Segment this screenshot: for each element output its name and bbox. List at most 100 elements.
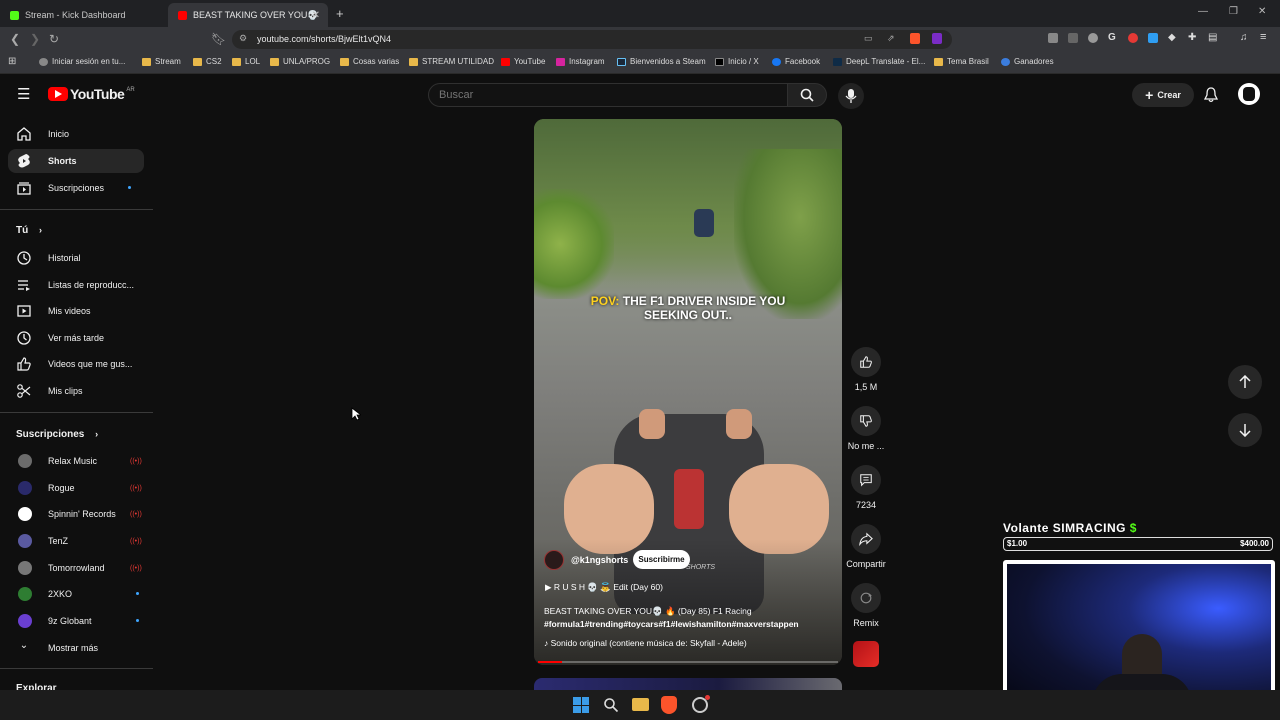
extension-icon[interactable] <box>1148 33 1158 43</box>
youtube-logo[interactable]: YouTube AR <box>48 86 135 102</box>
sidebar-item-suscripciones[interactable]: Suscripciones <box>8 176 144 200</box>
create-button[interactable]: + Crear <box>1132 83 1194 107</box>
share-button[interactable]: Compartir <box>843 524 889 569</box>
new-tab-button[interactable]: + <box>336 6 344 21</box>
sidebar-item-historial[interactable]: Historial <box>8 246 144 270</box>
tab-youtube-short[interactable]: BEAST TAKING OVER YOU💀 ✕ <box>168 3 328 27</box>
dislike-button[interactable]: No me ... <box>843 406 889 451</box>
globe-icon <box>1001 57 1010 66</box>
bookmark-icon[interactable]: 🔖︎ <box>211 32 226 46</box>
extension-icon[interactable] <box>1048 33 1058 43</box>
close-tab-icon[interactable]: ✕ <box>312 10 320 21</box>
site-info-icon[interactable]: ⚙ <box>239 33 247 44</box>
extensions-puzzle-icon[interactable]: ✚ <box>1188 32 1196 43</box>
bookmark-item[interactable]: Ganadores <box>1001 57 1054 66</box>
bookmark-item[interactable]: YouTube <box>501 57 545 66</box>
subscription-item[interactable]: Rogue ((•)) <box>8 476 144 500</box>
bookmark-item[interactable]: Cosas varias <box>340 57 399 66</box>
brave-rewards-icon[interactable] <box>932 33 942 44</box>
maximize-button[interactable]: ❐ <box>1229 6 1238 17</box>
short-hashtags[interactable]: #formula1#trending#toycars#f1#lewishamil… <box>544 619 799 629</box>
forward-icon[interactable]: ❯ <box>30 32 40 46</box>
bookmark-item[interactable]: Inicio / X <box>715 57 759 66</box>
channel-avatar[interactable] <box>544 550 564 570</box>
subscription-item[interactable]: Spinnin' Records ((•)) <box>8 502 144 526</box>
like-button[interactable]: 1,5 M <box>846 347 886 392</box>
sidebar-item-shorts[interactable]: Shorts <box>8 149 144 173</box>
subscription-item[interactable]: 9z Globant <box>8 609 144 633</box>
progress-track[interactable] <box>538 661 838 663</box>
reload-icon[interactable]: ↻ <box>49 32 59 46</box>
next-short-button[interactable] <box>1228 413 1262 447</box>
tab-kick-dashboard[interactable]: Stream - Kick Dashboard <box>0 3 165 27</box>
extension-icon[interactable] <box>1068 33 1078 43</box>
sidebar-item-playlists[interactable]: Listas de reproducc... <box>8 273 144 297</box>
bookmark-item[interactable]: Iniciar sesión en tu... <box>39 57 125 66</box>
windows-start-icon[interactable] <box>573 697 589 713</box>
back-icon[interactable]: ❮ <box>10 32 20 46</box>
video-stop-button <box>674 469 704 529</box>
playlist-link[interactable]: ▶ R U S H 💀 👼 Edit (Day 60) <box>545 582 663 593</box>
sound-link[interactable]: ♪ Sonido original (contiene música de: S… <box>544 638 747 648</box>
sidebar-item-ver-mas-tarde[interactable]: Ver más tarde <box>8 326 144 350</box>
minimize-button[interactable]: — <box>1198 6 1208 17</box>
you-section-header[interactable]: Tú › <box>16 225 42 236</box>
apps-grid-icon[interactable]: ⊞ <box>8 56 16 67</box>
subscriptions-section-header[interactable]: Suscripciones › <box>16 429 98 440</box>
subscription-item[interactable]: TenZ ((•)) <box>8 529 144 553</box>
sidebar-item-inicio[interactable]: Inicio <box>8 122 144 146</box>
bookmark-item[interactable]: CS2 <box>193 57 222 66</box>
voice-search-button[interactable] <box>838 83 864 109</box>
app-icon[interactable] <box>692 695 710 713</box>
bookmark-item[interactable]: Instagram <box>556 57 605 66</box>
comments-button[interactable]: 7234 <box>846 465 886 510</box>
bookmark-item[interactable]: LOL <box>232 57 260 66</box>
channel-name: Relax Music <box>48 456 98 466</box>
remix-button[interactable]: Remix <box>846 583 886 628</box>
extension-icon[interactable] <box>1088 33 1098 43</box>
cast-icon[interactable]: ▭ <box>864 33 873 44</box>
subscription-item[interactable]: 2XKO <box>8 582 144 606</box>
search-box[interactable] <box>428 83 788 107</box>
share-page-icon[interactable]: ⇗ <box>887 33 895 44</box>
file-explorer-icon[interactable] <box>632 698 649 711</box>
channel-handle[interactable]: @k1ngshorts <box>571 555 628 565</box>
bookmark-item[interactable]: Bienvenidos a Steam <box>617 57 706 66</box>
bookmark-item[interactable]: UNLA/PROG <box>270 57 330 66</box>
bookmark-item[interactable]: Stream <box>142 57 181 66</box>
bookmark-label: Bienvenidos a Steam <box>630 57 706 66</box>
subscription-item[interactable]: Relax Music ((•)) <box>8 449 144 473</box>
sidebar-item-mis-videos[interactable]: Mis videos <box>8 299 144 323</box>
bookmark-item[interactable]: Tema Brasil <box>934 57 989 66</box>
bookmark-item[interactable]: STREAM UTILIDAD <box>409 57 494 66</box>
short-video-player[interactable]: POV: THE F1 DRIVER INSIDE YOU SEEKING OU… <box>534 119 842 665</box>
sound-thumbnail[interactable] <box>853 641 879 667</box>
next-short-preview[interactable] <box>534 678 842 690</box>
channel-name: Spinnin' Records <box>48 509 116 519</box>
brave-shield-icon[interactable] <box>910 33 920 44</box>
bookmark-item[interactable]: Facebook <box>772 57 820 66</box>
subscribe-button[interactable]: Suscribirme <box>633 550 690 569</box>
google-icon[interactable]: G <box>1108 32 1116 43</box>
search-icon[interactable] <box>603 697 619 713</box>
notifications-bell-icon[interactable] <box>1204 87 1218 103</box>
close-window-button[interactable]: ✕ <box>1258 6 1266 17</box>
hamburger-menu-icon[interactable]: ☰ <box>17 85 30 103</box>
sidebar-toggle-icon[interactable]: ▤ <box>1208 32 1217 43</box>
sidebar-item-mis-clips[interactable]: Mis clips <box>8 379 144 403</box>
extension-icon[interactable]: ◆ <box>1168 32 1176 43</box>
omnibox[interactable]: ⚙ youtube.com/shorts/BjwElt1vQN4 ▭ ⇗ <box>232 30 952 49</box>
extension-icon[interactable] <box>1128 33 1138 43</box>
avatar[interactable] <box>1238 83 1260 105</box>
brave-browser-icon[interactable] <box>661 696 677 714</box>
bookmark-item[interactable]: DeepL Translate - El... <box>833 57 925 66</box>
previous-short-button[interactable] <box>1228 365 1262 399</box>
sidebar-item-liked-videos[interactable]: Videos que me gus... <box>8 352 144 376</box>
search-input[interactable] <box>439 89 739 101</box>
media-icon[interactable]: ♫ <box>1240 32 1248 43</box>
subscription-item[interactable]: Tomorrowland ((•)) <box>8 556 144 580</box>
show-more-button[interactable]: ⌄ Mostrar más <box>8 636 144 660</box>
donation-goal-bar: $1.00 $400.00 <box>1003 537 1273 551</box>
search-button[interactable] <box>787 83 827 107</box>
menu-icon[interactable]: ≡ <box>1260 31 1266 43</box>
